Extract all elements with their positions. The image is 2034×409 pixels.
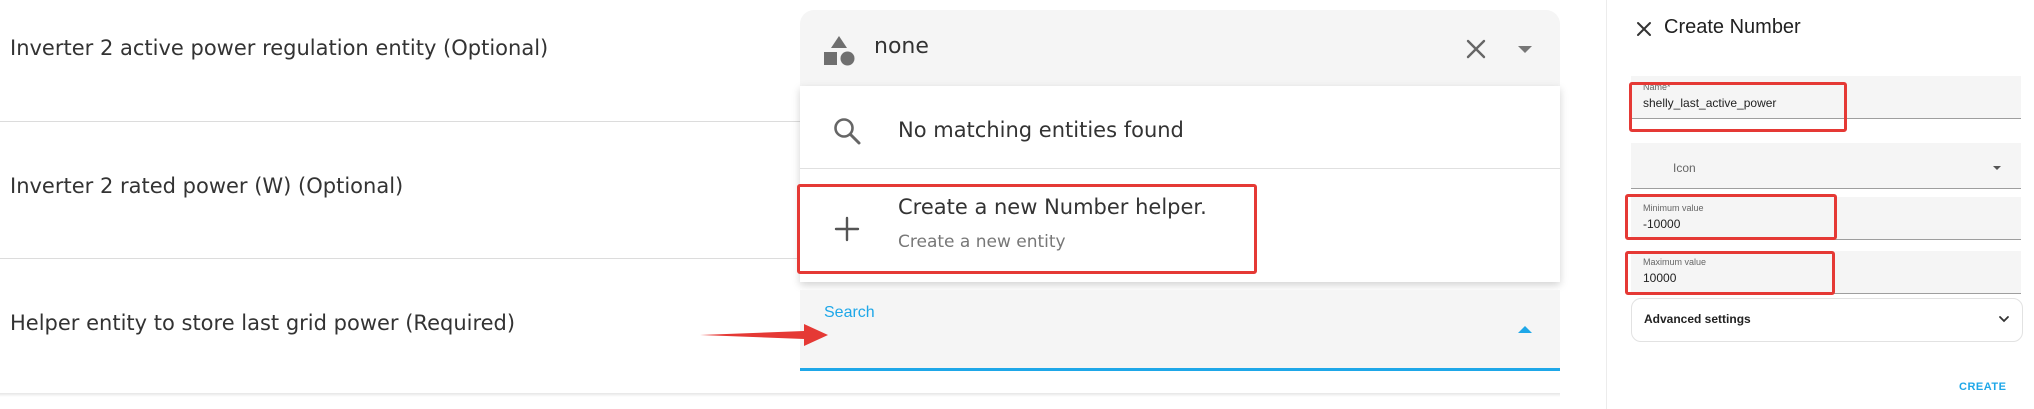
chevron-down-icon xyxy=(1999,316,2009,323)
close-icon[interactable] xyxy=(1635,20,1653,38)
dialog-title: Create Number xyxy=(1664,16,1801,38)
icon-field-placeholder: Icon xyxy=(1673,161,1696,175)
form-bottom-edge xyxy=(0,393,1560,397)
menu-divider xyxy=(800,168,1560,169)
clear-icon[interactable] xyxy=(1465,38,1487,60)
integration-options-form: Inverter 2 active power regulation entit… xyxy=(0,0,1560,409)
inverter2-regulation-entity-select[interactable]: none xyxy=(800,10,1560,86)
advanced-settings-expander[interactable]: Advanced settings xyxy=(1631,298,2023,342)
helper-entity-label: Helper entity to store last grid power (… xyxy=(10,311,516,335)
icon-field-caret-icon[interactable] xyxy=(1993,166,2001,170)
advanced-settings-label: Advanced settings xyxy=(1644,312,1751,326)
create-button[interactable]: CREATE xyxy=(1959,381,2006,393)
pointer-arrow-icon xyxy=(700,324,828,346)
icon-picker-field[interactable]: Icon xyxy=(1631,143,2021,189)
shapes-icon xyxy=(824,36,855,66)
dropdown-caret-icon[interactable] xyxy=(1518,46,1532,53)
highlight-box xyxy=(1625,194,1837,240)
search-icon xyxy=(834,118,861,145)
highlight-box xyxy=(797,184,1257,274)
inverter2-regulation-label: Inverter 2 active power regulation entit… xyxy=(10,36,549,60)
inverter2-rated-power-label: Inverter 2 rated power (W) (Optional) xyxy=(10,174,404,198)
create-number-dialog: Create Number Name* shelly_last_active_p… xyxy=(1606,0,2034,409)
no-match-text: No matching entities found xyxy=(898,118,1184,142)
search-field-label: Search xyxy=(824,304,875,321)
highlight-box xyxy=(1625,251,1835,295)
highlight-box xyxy=(1629,82,1847,132)
helper-entity-search-input[interactable]: Search xyxy=(800,290,1560,371)
no-matching-entities-item: No matching entities found xyxy=(800,86,1560,168)
selected-entity-value: none xyxy=(874,34,929,59)
dropdown-caret-up-icon[interactable] xyxy=(1518,326,1532,333)
